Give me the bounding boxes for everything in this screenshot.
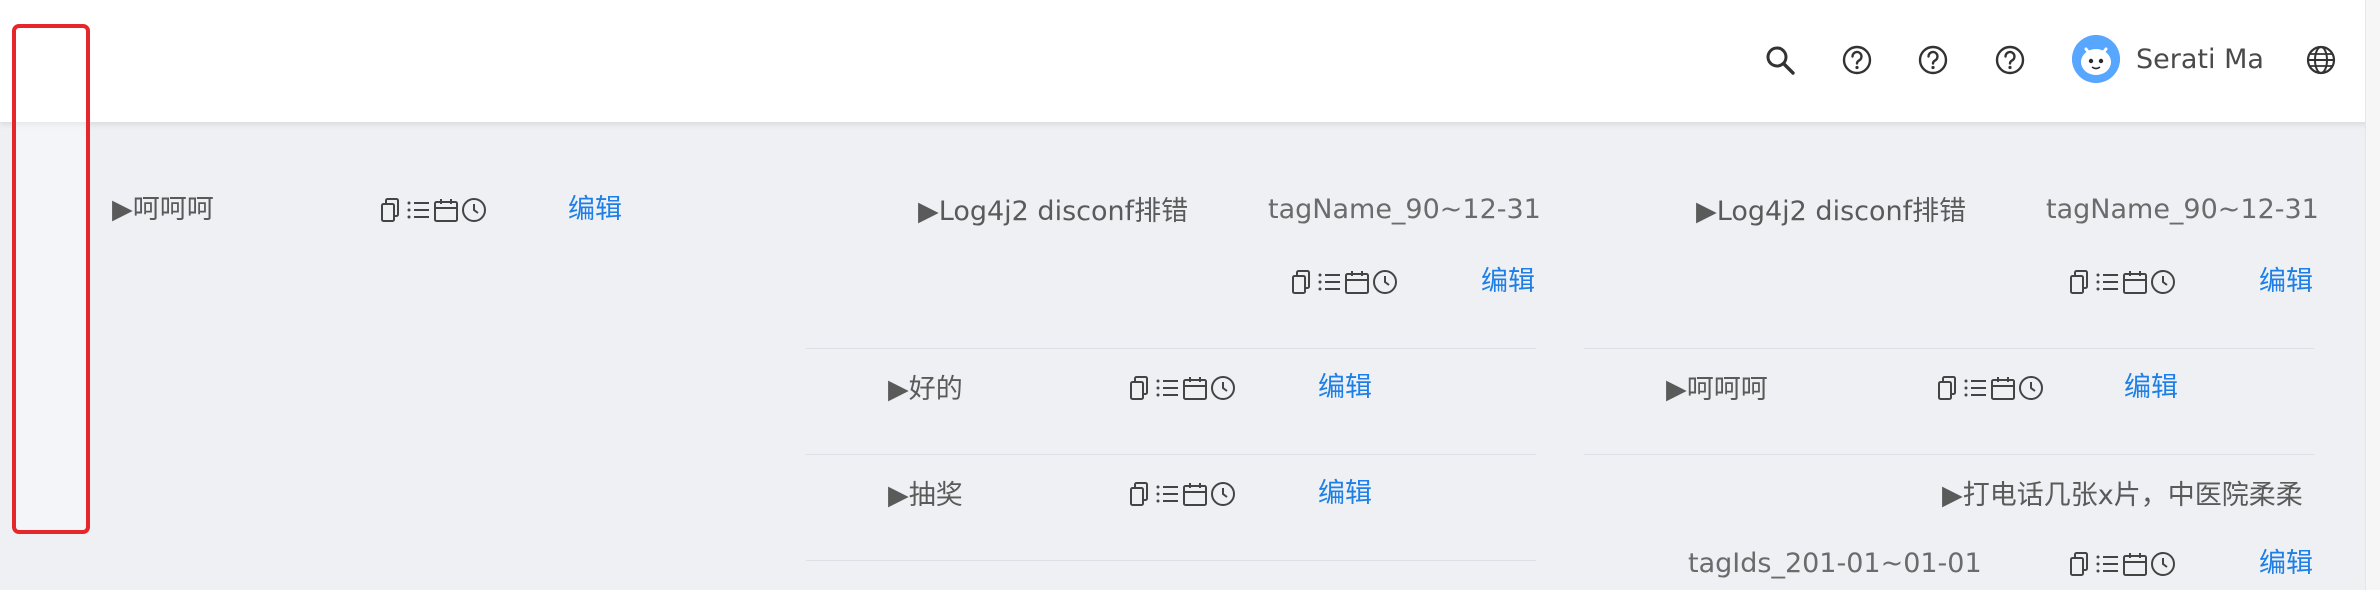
list-item-title[interactable]: ▶打电话几张x片，中医院柔柔 — [1942, 478, 2303, 514]
help-icon[interactable] — [1992, 42, 2028, 78]
list-icon[interactable] — [1962, 373, 1988, 403]
list-item-title[interactable]: ▶Log4j2 disconf排错 — [1696, 194, 1966, 230]
copy-icon[interactable] — [2066, 267, 2092, 297]
copy-icon[interactable] — [1126, 479, 1152, 509]
calendar-icon[interactable] — [1182, 479, 1208, 509]
row-divider — [806, 454, 1536, 455]
row-action-icons — [2066, 264, 2176, 300]
list-item-title[interactable]: ▶呵呵呵 — [112, 192, 214, 228]
list-icon[interactable] — [1154, 373, 1180, 403]
clock-icon[interactable] — [2018, 373, 2044, 403]
row-action-icons — [1126, 476, 1236, 512]
row-action-icons — [2066, 546, 2176, 582]
clock-icon[interactable] — [1210, 479, 1236, 509]
user-name[interactable]: Serati Ma — [2136, 42, 2264, 78]
row-divider — [1584, 348, 2314, 349]
calendar-icon[interactable] — [2122, 549, 2148, 579]
row-divider — [806, 560, 1536, 561]
globe-icon[interactable] — [2303, 42, 2339, 78]
avatar[interactable] — [2072, 35, 2120, 83]
clock-icon[interactable] — [1372, 267, 1398, 297]
list-icon[interactable] — [2094, 549, 2120, 579]
row-divider — [806, 348, 1536, 349]
edit-link[interactable]: 编辑 — [2259, 546, 2313, 582]
row-action-icons — [1934, 370, 2044, 406]
row-action-icons — [377, 192, 487, 228]
calendar-icon[interactable] — [433, 195, 459, 225]
top-header: Serati Ma — [0, 0, 2380, 122]
copy-icon[interactable] — [1288, 267, 1314, 297]
list-item-title[interactable]: ▶抽奖 — [888, 478, 963, 514]
tag-name: tagName_90~12-31 — [1268, 194, 1541, 225]
clock-icon[interactable] — [2150, 267, 2176, 297]
edit-link[interactable]: 编辑 — [1481, 264, 1535, 300]
edit-link[interactable]: 编辑 — [2124, 370, 2178, 406]
help-icon[interactable] — [1915, 42, 1951, 78]
row-action-icons — [1288, 264, 1398, 300]
list-icon[interactable] — [2094, 267, 2120, 297]
tag-name: tagName_90~12-31 — [2046, 194, 2319, 225]
clock-icon[interactable] — [1210, 373, 1236, 403]
edit-link[interactable]: 编辑 — [568, 192, 622, 228]
copy-icon[interactable] — [1934, 373, 1960, 403]
calendar-icon[interactable] — [1344, 267, 1370, 297]
edit-link[interactable]: 编辑 — [2259, 264, 2313, 300]
edit-link[interactable]: 编辑 — [1318, 370, 1372, 406]
calendar-icon[interactable] — [1182, 373, 1208, 403]
help-icon[interactable] — [1839, 42, 1875, 78]
clock-icon[interactable] — [2150, 549, 2176, 579]
copy-icon[interactable] — [1126, 373, 1152, 403]
scrollbar[interactable] — [2365, 0, 2380, 590]
edit-link[interactable]: 编辑 — [1318, 476, 1372, 512]
list-item-title[interactable]: ▶呵呵呵 — [1666, 372, 1768, 408]
list-item-title[interactable]: ▶好的 — [888, 372, 963, 408]
copy-icon[interactable] — [377, 195, 403, 225]
row-divider — [1584, 454, 2314, 455]
clock-icon[interactable] — [461, 195, 487, 225]
list-icon[interactable] — [405, 195, 431, 225]
copy-icon[interactable] — [2066, 549, 2092, 579]
list-icon[interactable] — [1154, 479, 1180, 509]
list-item-title[interactable]: ▶Log4j2 disconf排错 — [918, 194, 1188, 230]
search-icon[interactable] — [1762, 42, 1798, 78]
tag-ids: tagIds_201-01~01-01 — [1688, 548, 1982, 579]
list-icon[interactable] — [1316, 267, 1342, 297]
calendar-icon[interactable] — [2122, 267, 2148, 297]
highlight-box — [12, 24, 90, 534]
calendar-icon[interactable] — [1990, 373, 2016, 403]
row-action-icons — [1126, 370, 1236, 406]
